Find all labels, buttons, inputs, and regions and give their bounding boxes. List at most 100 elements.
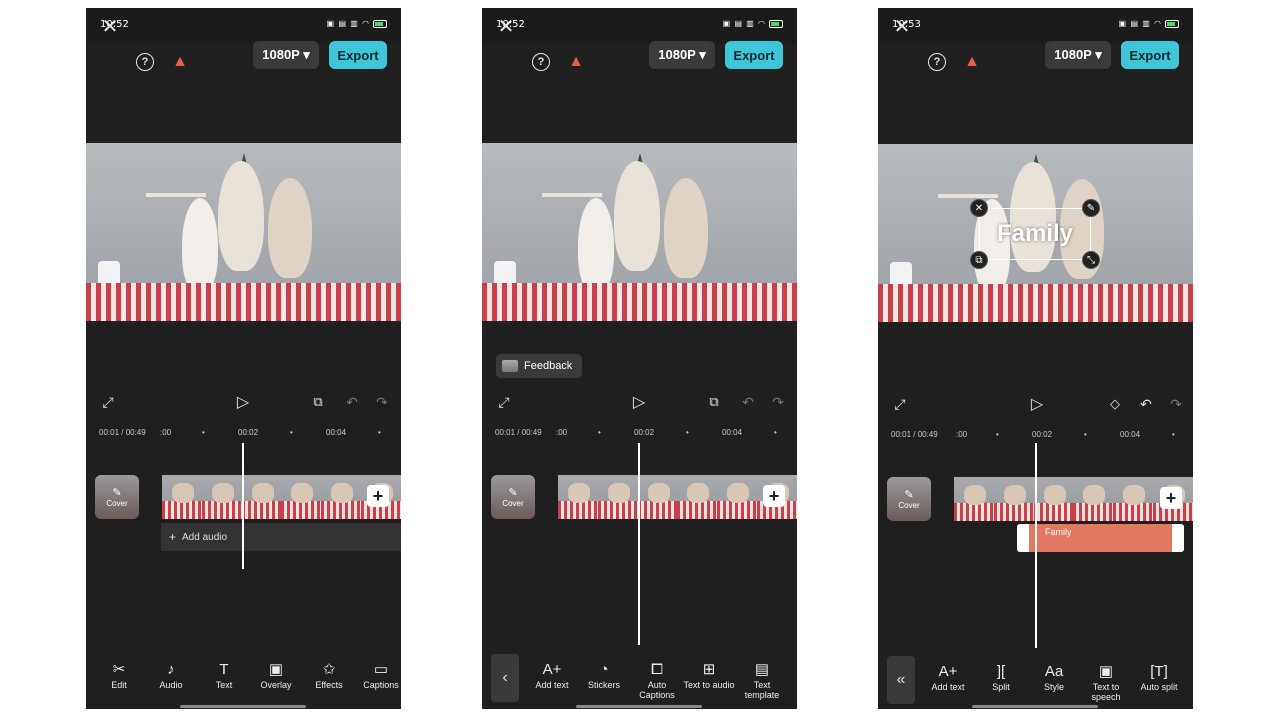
close-icon[interactable]: ✕ (496, 16, 516, 38)
text-clip[interactable]: Family (1017, 524, 1184, 552)
timeline-ruler: 00:01 / 00:49 :00 • 00:02 • 00:04 • (86, 426, 401, 440)
fullscreen-icon[interactable]: ⤢ (494, 388, 514, 416)
help-icon[interactable]: ? (928, 53, 946, 71)
tool-stickers[interactable]: ◔ Stickers (578, 658, 630, 691)
timecode: 00:01 / 00:49 (99, 428, 146, 437)
back-chevron-icon[interactable]: ‹ (491, 654, 519, 702)
battery-icon (373, 19, 387, 28)
add-clip-button[interactable]: + (763, 485, 785, 507)
edit-handle-icon[interactable]: ✎ (1082, 199, 1100, 217)
bottom-toolbar: ✂ Edit ♪ Audio T Text ▣ Overlay ✩ Effects ▭ Ca… (86, 648, 401, 709)
tool-split[interactable]: ][Split (975, 660, 1027, 693)
redo-icon[interactable]: ↷ (1166, 390, 1186, 418)
text-overlay-box[interactable]: Family (979, 208, 1091, 260)
tool-add-text[interactable]: A+ Add text (526, 658, 578, 691)
flame-icon[interactable]: ▲ (170, 52, 190, 72)
add-text-icon: A+ (542, 660, 562, 678)
video-track[interactable] (162, 475, 401, 519)
play-icon[interactable]: ▷ (232, 388, 254, 416)
tool-captions[interactable]: ▭ Captions (355, 658, 401, 690)
tool-overlay[interactable]: ▣ Overlay (250, 658, 302, 690)
duplicate-handle-icon[interactable]: ⧉ (970, 251, 988, 269)
flame-icon[interactable]: ▲ (566, 52, 586, 72)
resolution-button[interactable]: 1080P ▾ (649, 41, 715, 69)
tool-auto-captions[interactable]: ⧠ Auto Captions (631, 658, 683, 701)
scissors-icon: ✂ (112, 661, 126, 678)
delete-handle-icon[interactable]: ✕ (970, 199, 988, 217)
woman-figure (664, 178, 708, 278)
clip-left-handle[interactable] (1017, 524, 1029, 552)
undo-icon[interactable]: ↶ (738, 388, 758, 416)
play-icon[interactable]: ▷ (1026, 390, 1048, 418)
tool-text[interactable]: T Text (198, 658, 250, 691)
undo-icon[interactable]: ↶ (1136, 390, 1156, 418)
home-indicator (972, 705, 1098, 708)
video-track[interactable] (954, 477, 1193, 521)
add-clip-button[interactable]: + (1160, 487, 1182, 509)
shelf (542, 193, 602, 197)
auto-split-icon: [T] (1150, 662, 1168, 680)
close-icon[interactable]: ✕ (892, 16, 912, 38)
export-button[interactable]: Export (329, 41, 387, 69)
feedback-label: Feedback (524, 360, 573, 372)
ruler-dot: • (378, 428, 381, 437)
home-indicator (576, 705, 702, 708)
playhead[interactable] (1035, 443, 1037, 648)
tool-add-text[interactable]: A+ Add text (922, 660, 974, 693)
redo-icon[interactable]: ↷ (372, 388, 392, 416)
help-icon[interactable]: ? (136, 53, 154, 71)
video-track[interactable] (558, 475, 797, 519)
tool-text-to-audio[interactable]: ⊞ Text to audio (683, 658, 735, 690)
close-icon[interactable]: ✕ (100, 16, 120, 38)
ruler-dot: • (290, 428, 293, 437)
cover-button[interactable]: ✎ Cover (95, 475, 139, 519)
woman-figure (268, 178, 312, 278)
export-button[interactable]: Export (1121, 41, 1179, 69)
keyframe-on-icon[interactable]: ⧉ (703, 388, 725, 416)
undo-icon[interactable]: ↶ (342, 388, 362, 416)
double-chevron-left-icon[interactable]: « (887, 656, 915, 704)
playhead[interactable] (242, 443, 244, 569)
ruler-tick: 00:04 (722, 428, 743, 437)
add-audio-button[interactable]: + Add audio (161, 523, 401, 551)
video-preview[interactable] (86, 143, 401, 321)
tool-edit[interactable]: ✂ Edit (93, 658, 145, 690)
resize-handle-icon[interactable]: ⤡ (1082, 251, 1100, 269)
bottom-toolbar: ‹ A+ Add text ◔ Stickers ⧠ Auto Captions ⊞ T… (482, 648, 797, 709)
feedback-button[interactable]: Feedback (496, 354, 582, 378)
fullscreen-icon[interactable]: ⤢ (98, 388, 118, 416)
tool-text-template[interactable]: ▤ Text template (736, 658, 788, 700)
tool-effects[interactable]: ✩ Effects (303, 658, 355, 690)
tool-style[interactable]: Aa Style (1028, 660, 1080, 693)
resolution-button[interactable]: 1080P ▾ (253, 41, 319, 69)
phone-screen-2: 10:52 ▣ ▤ ▥ ◠ ✕ ? ▲ 1080P ▾ Export Feedb… (482, 8, 797, 709)
export-button[interactable]: Export (725, 41, 783, 69)
ruler-dot: • (598, 428, 601, 437)
cover-button[interactable]: ✎ Cover (491, 475, 535, 519)
ruler-tick: 00:02 (1032, 430, 1053, 439)
ruler-dot: • (996, 430, 999, 439)
keyframe-icon[interactable]: ◇ (1104, 390, 1126, 418)
redo-icon[interactable]: ↷ (768, 388, 788, 416)
play-icon[interactable]: ▷ (628, 388, 650, 416)
cover-button[interactable]: ✎ Cover (887, 477, 931, 521)
keyframe-on-icon[interactable]: ⧉ (307, 388, 329, 416)
ruler-dot: • (686, 428, 689, 437)
clip-right-handle[interactable] (1172, 524, 1184, 552)
resolution-button[interactable]: 1080P ▾ (1045, 41, 1111, 69)
video-preview[interactable] (482, 143, 797, 321)
timeline-ruler: 00:01 / 00:49 :00 • 00:02 • 00:04 • (878, 428, 1193, 442)
status-bar: 10:52 ▣ ▤ ▥ ◠ (482, 8, 797, 44)
playhead[interactable] (638, 443, 640, 645)
tool-audio[interactable]: ♪ Audio (145, 658, 197, 691)
add-clip-button[interactable]: + (367, 485, 389, 507)
text-to-audio-icon: ⊞ (702, 661, 716, 678)
flame-icon[interactable]: ▲ (962, 52, 982, 72)
shelf (938, 194, 998, 198)
tool-text-to-speech[interactable]: ▣ Text to speech (1080, 660, 1132, 702)
fullscreen-icon[interactable]: ⤢ (890, 390, 910, 418)
tool-auto-split[interactable]: [T] Auto split (1133, 660, 1185, 693)
ruler-dot: • (202, 428, 205, 437)
help-icon[interactable]: ? (532, 53, 550, 71)
video-preview[interactable]: Family ✕ ✎ ⧉ ⤡ (878, 144, 1193, 322)
